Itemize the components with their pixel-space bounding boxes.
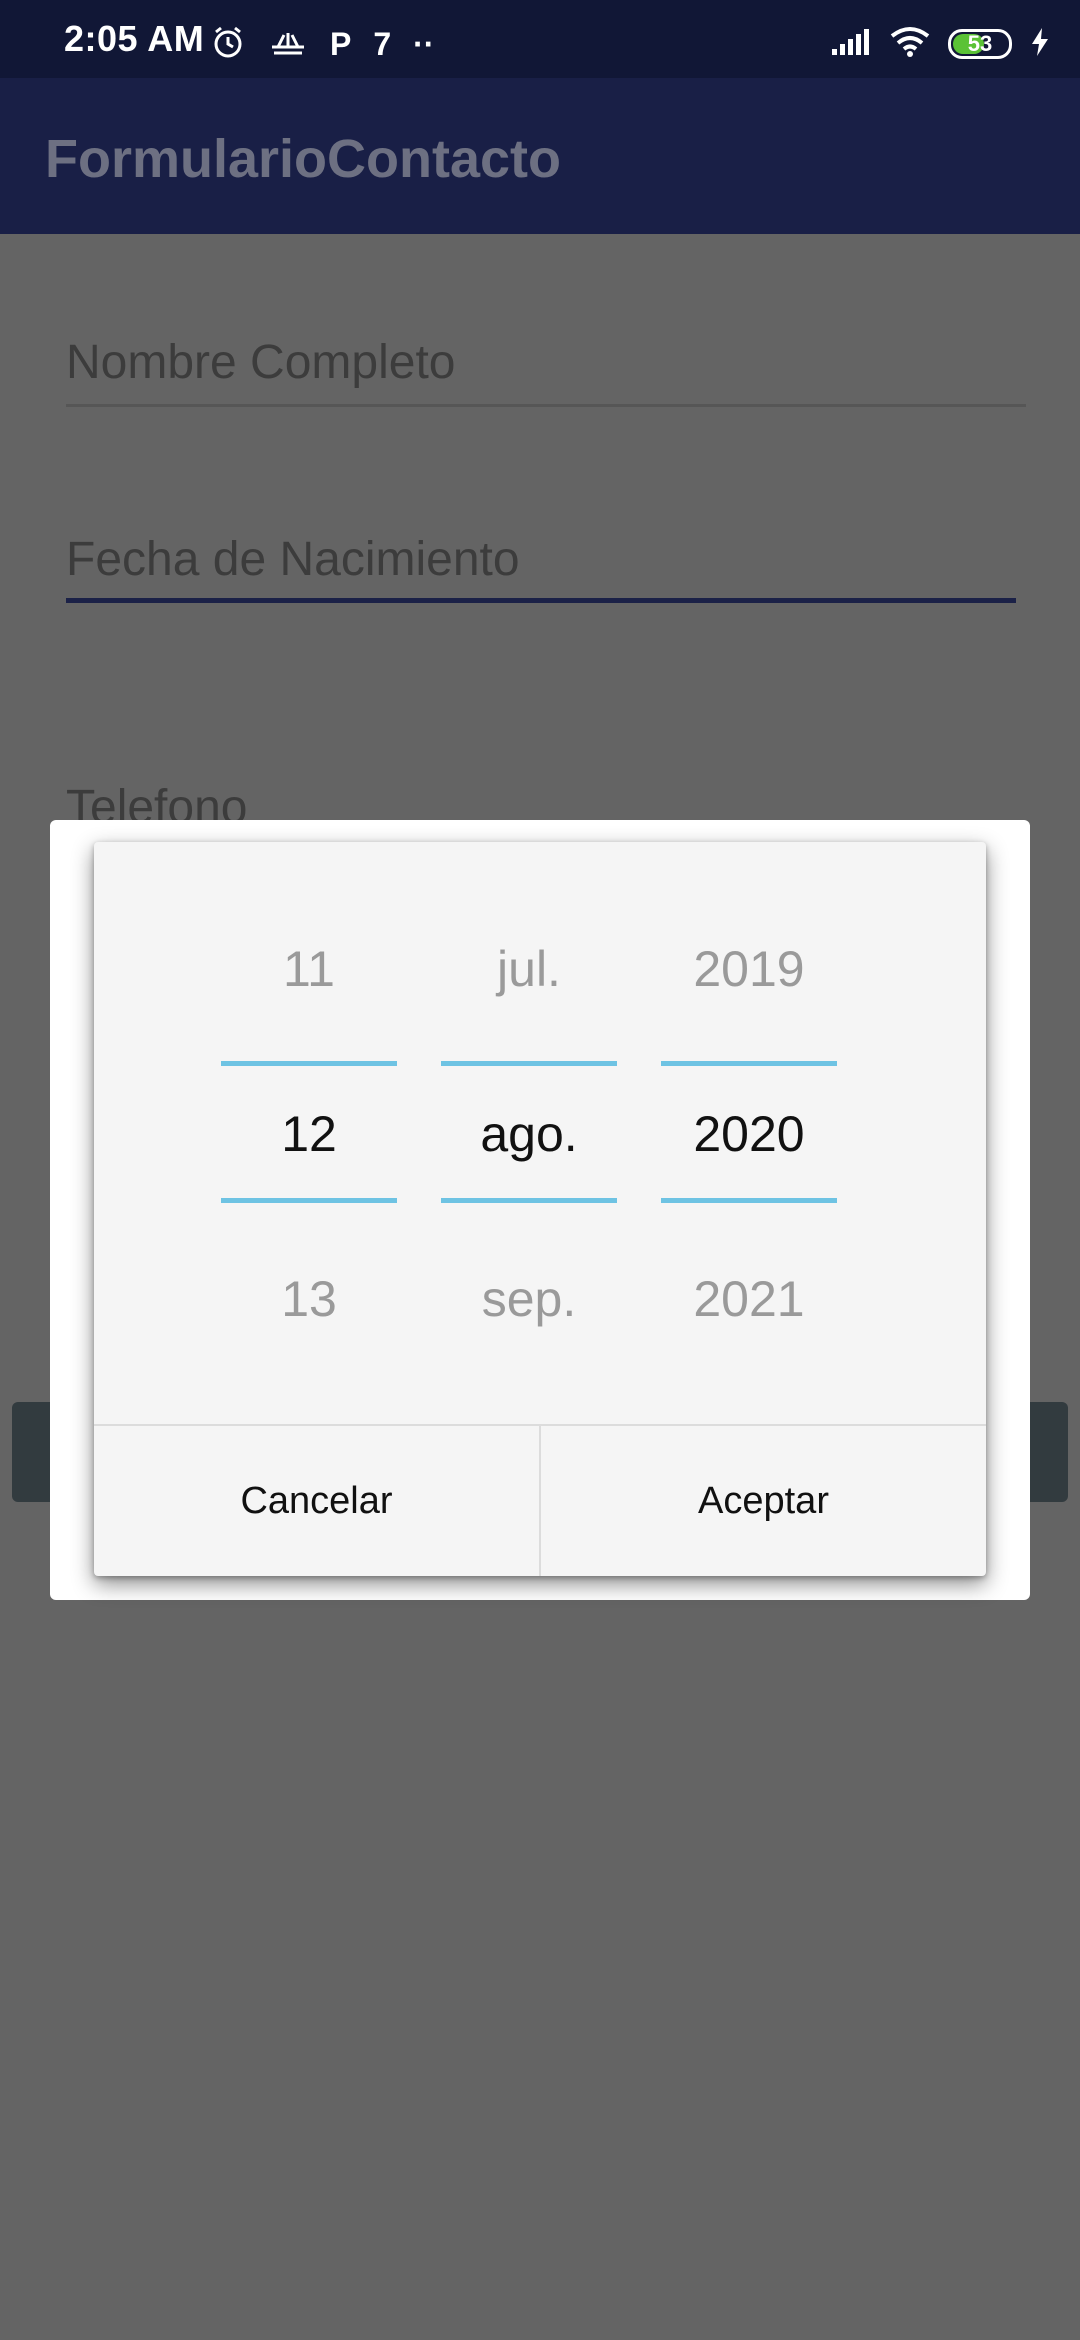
month-next[interactable]: sep. — [441, 1270, 617, 1328]
parking-app-icon: P — [330, 26, 352, 62]
alarm-icon — [210, 24, 246, 65]
battery-icon: 53 — [948, 29, 1012, 59]
more-dots-icon: ·· — [413, 26, 435, 62]
month-divider-top — [441, 1061, 617, 1066]
day-picker[interactable]: 11 12 13 — [221, 842, 397, 1422]
year-divider-top — [661, 1061, 837, 1066]
cancel-button[interactable]: Cancelar — [94, 1426, 539, 1576]
status-right-icons: 53 — [830, 24, 1050, 64]
day-divider-bottom — [221, 1198, 397, 1203]
day-selected[interactable]: 12 — [221, 1105, 397, 1163]
app-title: FormularioContacto — [45, 129, 562, 189]
status-time: 2:05 AM — [64, 18, 205, 59]
year-picker[interactable]: 2019 2020 2021 — [661, 842, 837, 1422]
month-selected[interactable]: ago. — [441, 1105, 617, 1163]
app-icon: 7 — [373, 26, 392, 62]
birthdate-field[interactable]: Fecha de Nacimiento — [66, 532, 520, 587]
year-prev[interactable]: 2019 — [661, 940, 837, 998]
name-field[interactable]: Nombre Completo — [66, 335, 455, 390]
year-selected[interactable]: 2020 — [661, 1105, 837, 1163]
month-divider-bottom — [441, 1198, 617, 1203]
charging-icon — [1030, 27, 1050, 62]
day-next[interactable]: 13 — [221, 1270, 397, 1328]
accept-button[interactable]: Aceptar — [541, 1426, 986, 1576]
day-divider-top — [221, 1061, 397, 1066]
battery-level: 53 — [967, 31, 993, 56]
year-next[interactable]: 2021 — [661, 1270, 837, 1328]
name-field-underline — [66, 404, 1026, 407]
signal-icon — [830, 27, 872, 62]
month-picker[interactable]: jul. ago. sep. — [441, 842, 617, 1422]
day-prev[interactable]: 11 — [221, 940, 397, 998]
status-left-icons: P 7 ·· — [210, 24, 434, 64]
year-divider-bottom — [661, 1198, 837, 1203]
status-bar: 2:05 AM P 7 ·· 53 — [0, 0, 1080, 78]
month-prev[interactable]: jul. — [441, 940, 617, 998]
birthdate-field-underline — [66, 598, 1016, 603]
wifi-icon — [890, 26, 930, 63]
date-picker-card: 11 12 13 jul. ago. sep. 2019 2020 2021 C… — [94, 842, 986, 1576]
notification-icon — [268, 27, 308, 62]
